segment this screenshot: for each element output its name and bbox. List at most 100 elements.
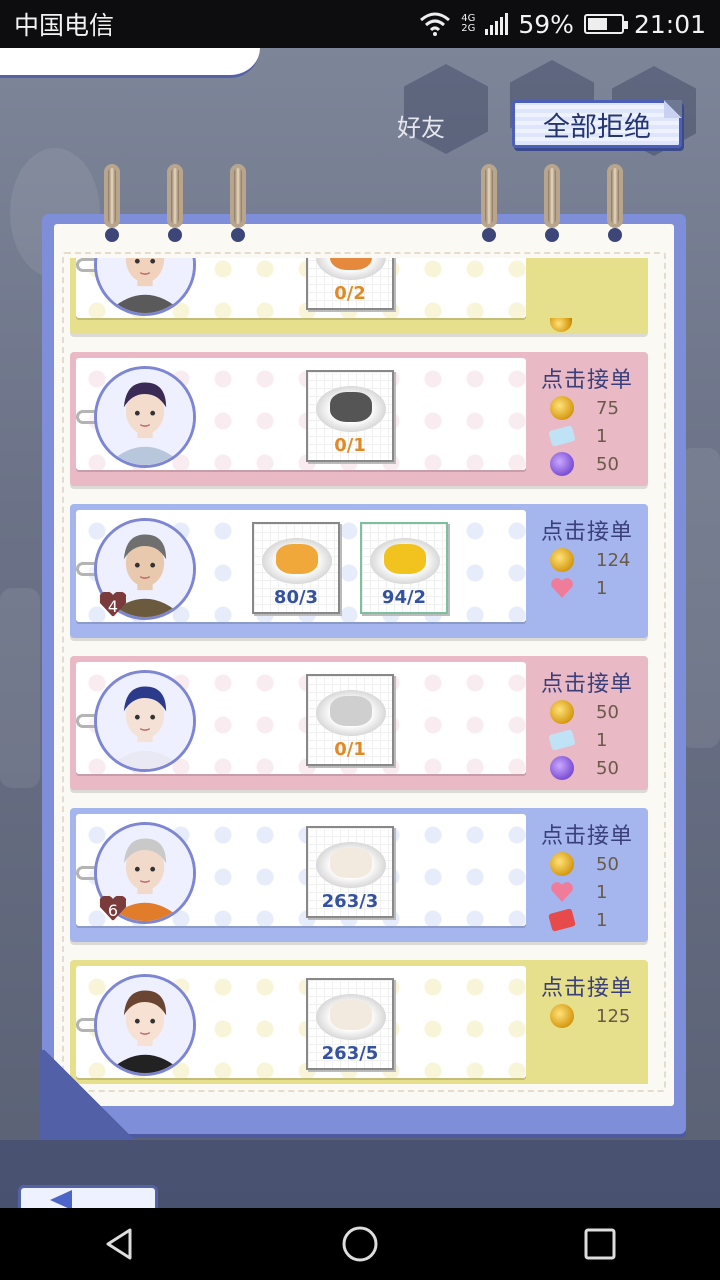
- accept-order-button[interactable]: 点击接单 50 1 1: [528, 814, 646, 934]
- accept-order-label: 点击接单: [540, 672, 633, 697]
- accept-order-label: 点击接单: [540, 368, 633, 393]
- order-card-body: 6 263/3: [76, 814, 526, 926]
- back-arrow-icon[interactable]: [50, 1190, 72, 1210]
- accept-order-label: 点击接单: [540, 976, 633, 1001]
- recents-icon: [584, 1228, 616, 1260]
- reward-amount: 124: [596, 549, 631, 571]
- reward-amount: 1: [596, 729, 608, 751]
- food-icon: [330, 1000, 372, 1030]
- coin-icon: [550, 318, 572, 332]
- reward-amount: 50: [596, 853, 619, 875]
- ticket-icon: [548, 425, 576, 447]
- dish-stock-count: 0/1: [334, 435, 366, 456]
- coin-icon: [550, 1004, 574, 1028]
- reward-amount: 1: [596, 881, 608, 903]
- system-nav-bar: [0, 1208, 720, 1280]
- coin-icon: [550, 852, 574, 876]
- back-icon: [106, 1228, 132, 1260]
- order-card: 4 80/3 94/2 点击接单 124 1: [70, 504, 648, 638]
- nav-recents-button[interactable]: [570, 1214, 630, 1274]
- binder-ring-icon: [544, 164, 560, 244]
- customer-avatar[interactable]: [94, 670, 196, 772]
- customer-avatar[interactable]: [94, 258, 196, 316]
- reject-all-button[interactable]: 全部拒绝: [512, 100, 682, 148]
- food-icon: [330, 392, 372, 422]
- dish-stock-count: 263/5: [321, 1043, 379, 1064]
- reward-item: 124: [550, 546, 646, 574]
- order-card-body: 0/1: [76, 662, 526, 774]
- required-dish: 0/1: [306, 674, 394, 766]
- nav-back-button[interactable]: [90, 1214, 150, 1274]
- nav-home-button[interactable]: [330, 1214, 390, 1274]
- reward-item: 125: [550, 1002, 646, 1030]
- reward-amount: 1: [596, 425, 608, 447]
- binder-ring-icon: [167, 164, 183, 244]
- accept-order-label: 点击接单: [540, 520, 633, 545]
- red-envelope-icon: [548, 908, 576, 932]
- binder-ring-icon: [230, 164, 246, 244]
- required-dish: 0/1: [306, 370, 394, 462]
- accept-order-button[interactable]: 点击接单 124 1: [528, 510, 646, 630]
- reward-amount: 1: [596, 577, 608, 599]
- dish-stock-count: 0/1: [334, 739, 366, 760]
- food-icon: [330, 696, 372, 726]
- heart-icon: [550, 880, 574, 904]
- order-card-body: 4 80/3 94/2: [76, 510, 526, 622]
- required-dish: 263/5: [306, 978, 394, 1070]
- order-card-body: 0/1: [76, 358, 526, 470]
- required-dish: 263/3: [306, 826, 394, 918]
- status-icons: 4G 2G 59% 21:01: [419, 10, 706, 39]
- required-dish: 94/2: [360, 522, 448, 614]
- order-card: 0/1 点击接单 75 1 50: [70, 352, 648, 486]
- reward-amount: 1: [596, 909, 608, 931]
- reward-item: 1: [548, 422, 646, 450]
- shelf-decoration: [680, 448, 720, 748]
- battery-icon: [583, 14, 628, 34]
- reward-amount: 50: [596, 757, 619, 779]
- home-icon: [342, 1226, 378, 1262]
- reward-item: 1: [550, 878, 646, 906]
- order-list[interactable]: 0/2 0/1 点击接单 75 1 50 4 80/3 94/2 点击接单 124 1 0/1 点击接单 5…: [70, 258, 650, 1084]
- required-dish: 0/2: [306, 258, 394, 310]
- binder-ring-icon: [607, 164, 623, 244]
- coin-icon: [550, 700, 574, 724]
- ticket-icon: [548, 729, 576, 751]
- customer-portrait: [97, 258, 193, 313]
- accept-order-button[interactable]: 点击接单 75 1 50: [528, 358, 646, 478]
- chair-decoration: [0, 588, 40, 788]
- reward-item: 1: [548, 726, 646, 754]
- accept-order-button[interactable]: 点击接单 125: [528, 966, 646, 1084]
- reward-item: 75: [550, 394, 646, 422]
- customer-portrait: [97, 673, 193, 769]
- friends-label: 好友: [397, 114, 445, 142]
- reward-amount: 125: [596, 1005, 631, 1027]
- network-type: 4G 2G: [461, 13, 476, 34]
- coin-icon: [550, 396, 574, 420]
- heart-icon: [550, 576, 574, 600]
- order-card-body: 0/2: [76, 258, 526, 318]
- purple-gem-icon: [550, 756, 574, 780]
- reward-item: 50: [550, 850, 646, 878]
- customer-portrait: [97, 369, 193, 465]
- reward-item: 50: [550, 698, 646, 726]
- order-card: 0/2: [70, 258, 648, 334]
- binder-ring-icon: [104, 164, 120, 244]
- dish-stock-count: 94/2: [381, 587, 427, 608]
- order-card: 6 263/3 点击接单 50 1 1: [70, 808, 648, 942]
- reward-amount: 75: [596, 397, 619, 419]
- required-dish: 80/3: [252, 522, 340, 614]
- food-icon: [384, 544, 426, 574]
- reward-amount: 50: [596, 701, 619, 723]
- dish-stock-count: 263/3: [321, 891, 379, 912]
- back-tab[interactable]: [18, 1185, 158, 1208]
- dish-stock-count: 80/3: [273, 587, 319, 608]
- customer-avatar[interactable]: [94, 366, 196, 468]
- food-icon: [276, 544, 318, 574]
- reward-item: 1: [550, 574, 646, 602]
- wifi-icon: [420, 12, 451, 36]
- accept-order-button[interactable]: 点击接单 50 1 50: [528, 662, 646, 782]
- clock: 21:01: [633, 9, 706, 39]
- signal-icon: [485, 13, 509, 35]
- food-icon: [330, 848, 372, 878]
- page-corner-decoration: [40, 1050, 160, 1140]
